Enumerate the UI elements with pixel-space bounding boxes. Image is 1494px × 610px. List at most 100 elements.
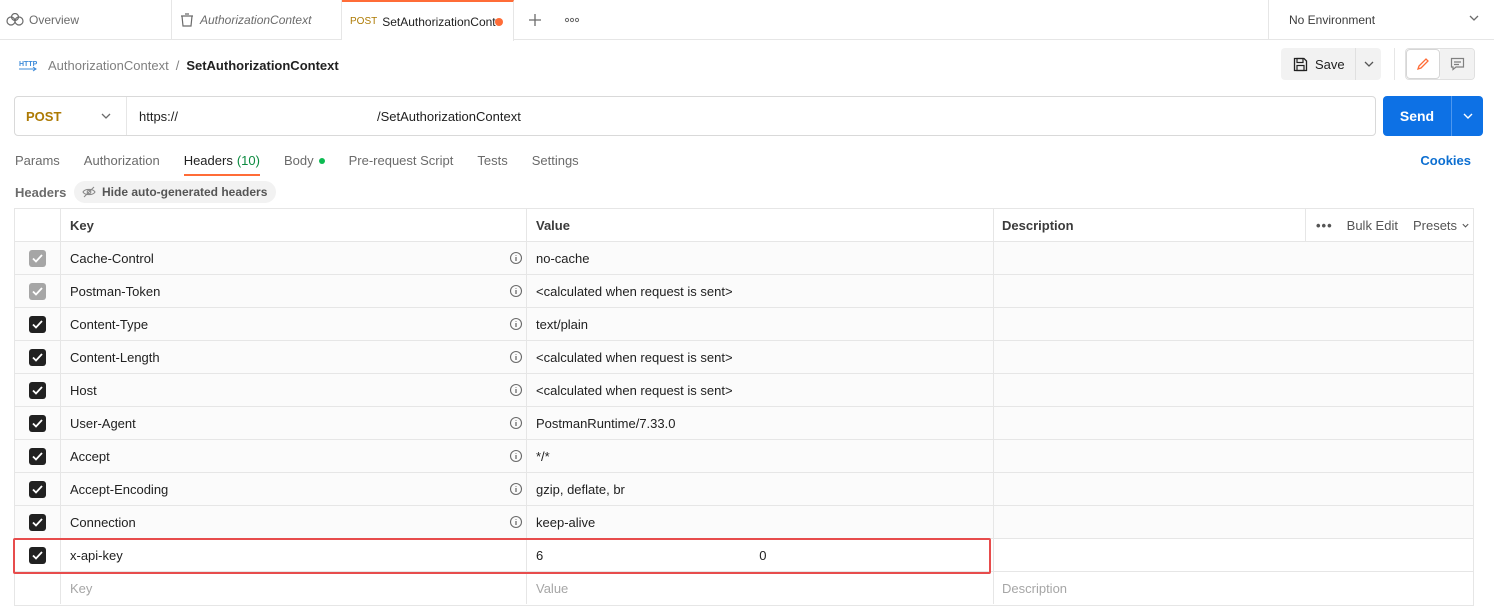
tab-headers[interactable]: Headers (10) — [183, 150, 260, 176]
row-key-cell[interactable]: Postman-Token — [61, 275, 527, 307]
hide-auto-generated-button[interactable]: Hide auto-generated headers — [74, 181, 277, 203]
row-description-cell[interactable] — [994, 275, 1473, 307]
tab-active-request[interactable]: POST SetAuthorizationCont — [342, 0, 514, 41]
more-options-icon[interactable]: ••• — [1316, 218, 1333, 233]
tab-tests[interactable]: Tests — [477, 150, 507, 176]
row-value-cell[interactable]: no-cache — [527, 242, 994, 274]
info-icon[interactable] — [509, 515, 523, 529]
comments-mode-button[interactable] — [1440, 49, 1474, 79]
row-description-cell[interactable] — [994, 341, 1473, 373]
row-value-cell[interactable]: 60 — [527, 539, 994, 571]
bulk-edit-button[interactable]: Bulk Edit — [1347, 218, 1398, 233]
info-icon[interactable] — [509, 416, 523, 430]
row-checkbox[interactable] — [29, 315, 46, 333]
save-button-group: Save — [1281, 48, 1381, 80]
row-key-cell[interactable]: x-api-key — [61, 539, 527, 571]
info-icon[interactable] — [509, 251, 523, 265]
more-tabs-button[interactable] — [560, 0, 584, 40]
row-checkbox[interactable] — [29, 348, 46, 366]
check-icon — [32, 352, 43, 362]
row-checkbox[interactable] — [29, 414, 46, 432]
request-name[interactable]: SetAuthorizationContext — [186, 58, 338, 73]
row-checkbox[interactable] — [29, 249, 46, 267]
row-key: Cache-Control — [70, 250, 154, 266]
row-key: User-Agent — [70, 415, 136, 431]
row-checkbox[interactable] — [29, 447, 46, 465]
row-value-cell[interactable]: <calculated when request is sent> — [527, 275, 994, 307]
environment-selector[interactable]: No Environment — [1268, 0, 1494, 40]
row-key-cell[interactable]: Cache-Control — [61, 242, 527, 274]
save-options-button[interactable] — [1355, 48, 1381, 80]
new-key-input[interactable]: Key — [61, 572, 527, 604]
tab-settings[interactable]: Settings — [532, 150, 579, 176]
column-header-description: Description ••• Bulk Edit Presets — [994, 209, 1473, 241]
row-key-cell[interactable]: Content-Type — [61, 308, 527, 340]
send-options-button[interactable] — [1451, 96, 1483, 136]
row-value-cell[interactable]: gzip, deflate, br — [527, 473, 994, 505]
row-key-cell[interactable]: Host — [61, 374, 527, 406]
info-icon[interactable] — [509, 482, 523, 496]
info-icon[interactable] — [509, 317, 523, 331]
row-value-cell[interactable]: <calculated when request is sent> — [527, 374, 994, 406]
row-checkbox[interactable] — [29, 546, 46, 564]
row-checkbox-cell — [15, 473, 61, 505]
http-icon: HTTP — [19, 61, 38, 72]
row-checkbox[interactable] — [29, 480, 46, 498]
tab-authorization[interactable]: Authorization — [84, 150, 160, 176]
chevron-down-icon — [1469, 15, 1479, 21]
tab-overview[interactable]: Overview — [6, 0, 172, 40]
row-value-cell[interactable]: text/plain — [527, 308, 994, 340]
row-checkbox-cell — [15, 572, 61, 604]
row-description-cell[interactable] — [994, 440, 1473, 472]
check-icon — [32, 484, 43, 494]
row-value: keep-alive — [536, 514, 596, 530]
info-icon[interactable] — [509, 449, 523, 463]
row-value-cell[interactable]: */* — [527, 440, 994, 472]
row-description-cell[interactable] — [994, 506, 1473, 538]
row-key-cell[interactable]: Connection — [61, 506, 527, 538]
breadcrumb-parent[interactable]: AuthorizationContext — [48, 58, 169, 73]
row-key-cell[interactable]: Accept-Encoding — [61, 473, 527, 505]
new-description-input[interactable]: Description — [994, 572, 1473, 604]
row-description-cell[interactable] — [994, 473, 1473, 505]
ellipsis-icon — [564, 17, 580, 23]
info-icon[interactable] — [509, 284, 523, 298]
request-tabs: Params Authorization Headers (10) Body P… — [15, 150, 603, 176]
new-tab-button[interactable] — [524, 0, 546, 40]
save-label: Save — [1315, 56, 1345, 72]
check-icon — [32, 550, 43, 560]
tab-params[interactable]: Params — [15, 150, 60, 176]
method-select[interactable]: POST — [15, 97, 127, 135]
table-row: Host <calculated when request is sent> — [15, 374, 1473, 407]
row-description-cell[interactable] — [994, 407, 1473, 439]
row-description-cell[interactable] — [994, 242, 1473, 274]
row-checkbox[interactable] — [29, 282, 46, 300]
send-button[interactable]: Send — [1383, 108, 1451, 124]
row-description-cell[interactable] — [994, 374, 1473, 406]
collection-icon — [181, 13, 193, 27]
edit-mode-button[interactable] — [1406, 49, 1441, 79]
url-path: /SetAuthorizationContext — [377, 108, 521, 124]
pencil-icon — [1416, 58, 1429, 71]
info-icon[interactable] — [509, 350, 523, 364]
row-checkbox[interactable] — [29, 513, 46, 531]
save-button[interactable]: Save — [1281, 48, 1355, 80]
row-key-cell[interactable]: Accept — [61, 440, 527, 472]
row-checkbox-cell — [15, 407, 61, 439]
cookies-link[interactable]: Cookies — [1420, 153, 1471, 168]
tab-pre-request-script[interactable]: Pre-request Script — [349, 150, 454, 176]
tab-collection[interactable]: AuthorizationContext — [172, 0, 342, 40]
row-value-cell[interactable]: <calculated when request is sent> — [527, 341, 994, 373]
row-description-cell[interactable] — [994, 539, 1473, 571]
info-icon[interactable] — [509, 383, 523, 397]
presets-dropdown[interactable]: Presets — [1413, 218, 1470, 233]
row-value-cell[interactable]: keep-alive — [527, 506, 994, 538]
tab-body[interactable]: Body — [284, 150, 325, 176]
row-value-cell[interactable]: PostmanRuntime/7.33.0 — [527, 407, 994, 439]
row-checkbox[interactable] — [29, 381, 46, 399]
row-key-cell[interactable]: User-Agent — [61, 407, 527, 439]
new-value-input[interactable]: Value — [527, 572, 994, 604]
row-description-cell[interactable] — [994, 308, 1473, 340]
row-key-cell[interactable]: Content-Length — [61, 341, 527, 373]
url-input[interactable]: https:// /SetAuthorizationContext — [127, 97, 521, 135]
